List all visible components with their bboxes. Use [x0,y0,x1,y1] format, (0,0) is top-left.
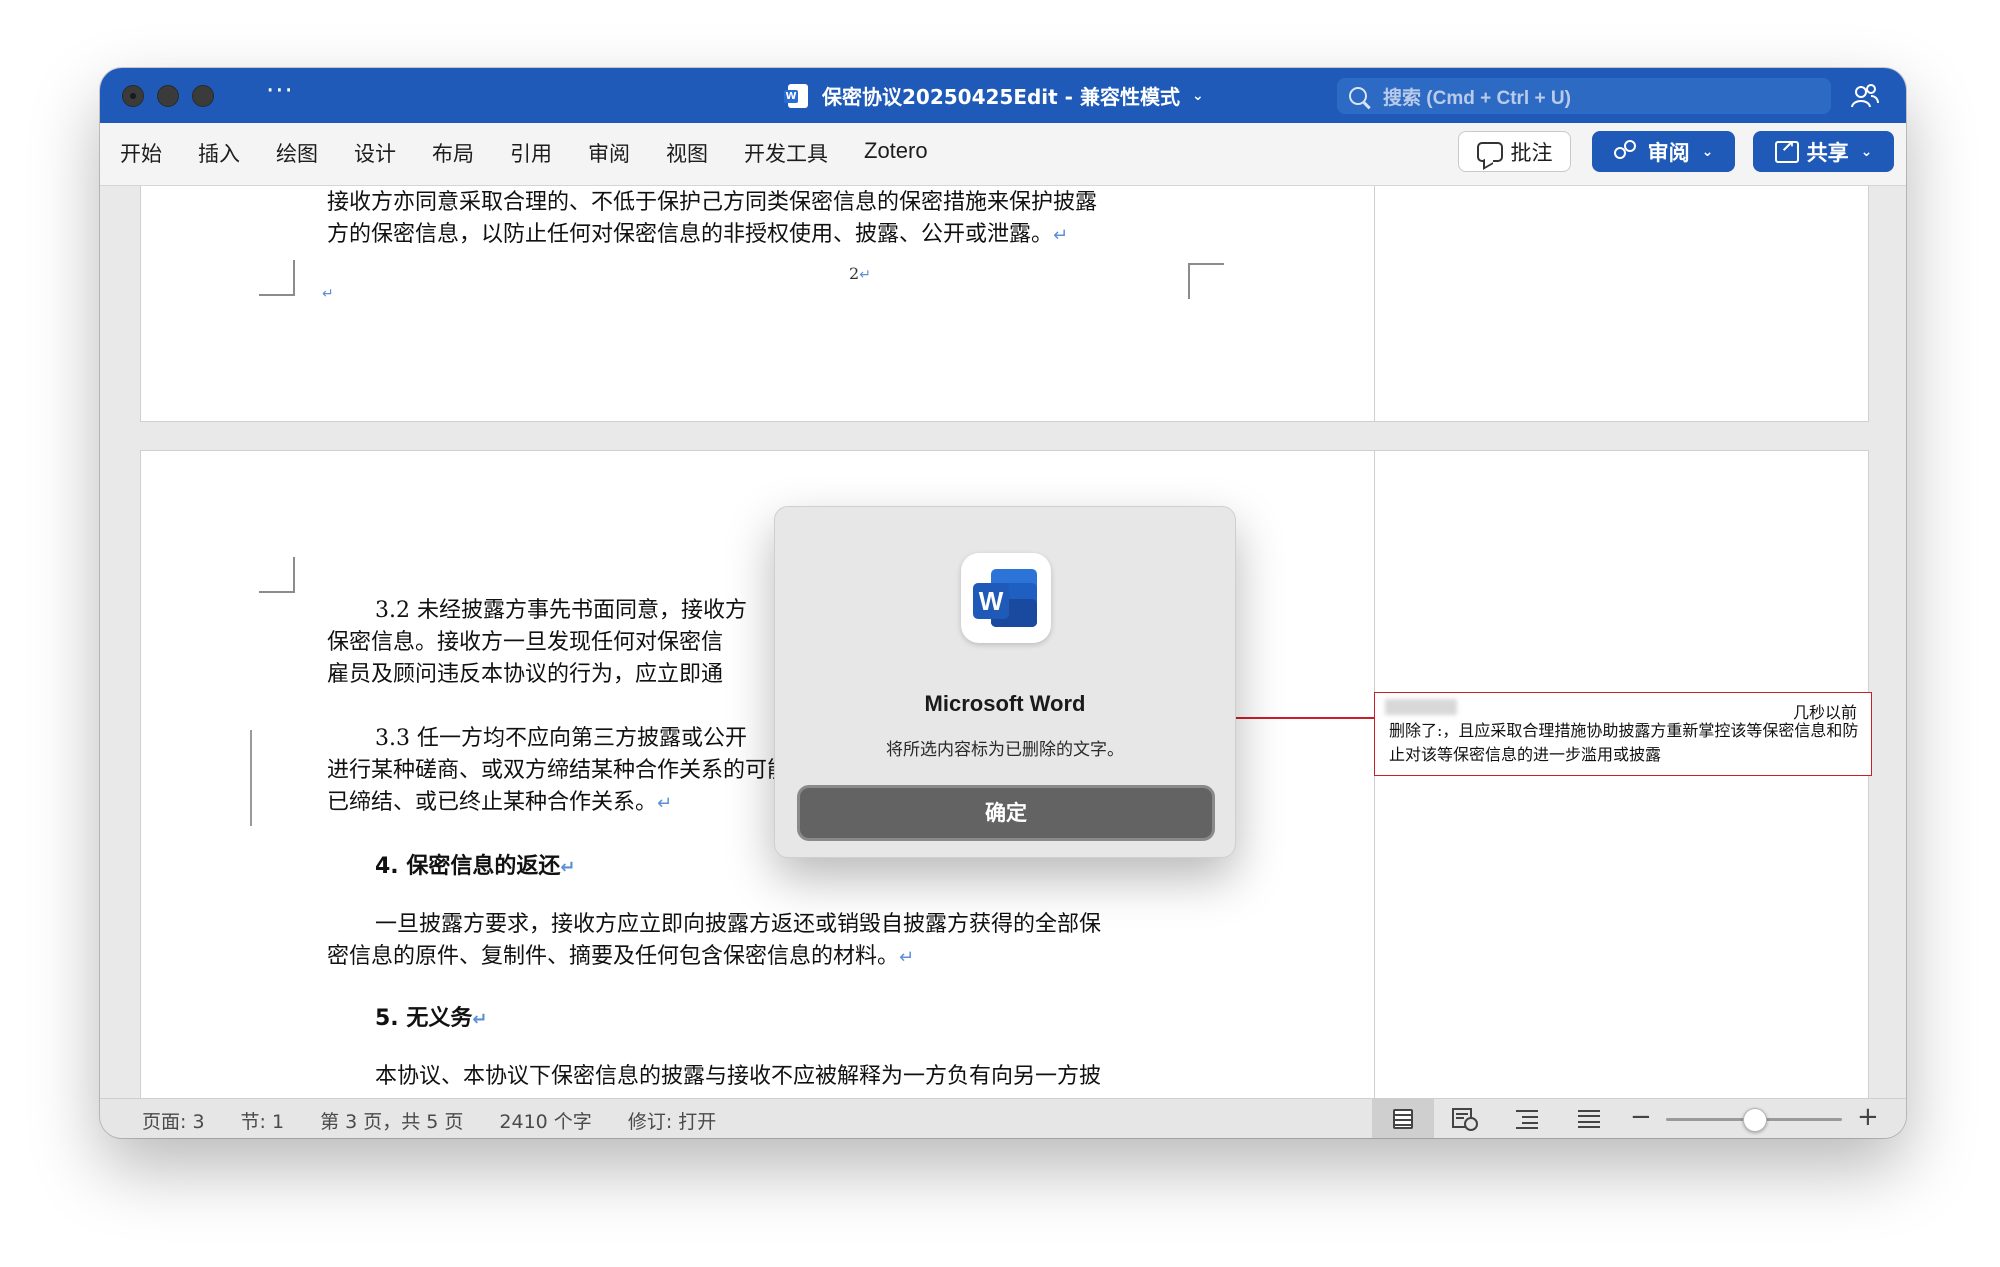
zoom-window-button[interactable] [192,85,214,107]
document-canvas[interactable]: 接收方亦同意采取合理的、不低于保护己方同类保密信息的保密措施来保护披露 方的保密… [100,186,1906,1108]
tab-view[interactable]: 视图 [666,138,708,168]
author-name-redacted [1385,699,1457,715]
paragraph-mark: ↵ [322,286,334,302]
paragraph-mark: ↵ [657,793,673,814]
tab-draw[interactable]: 绘图 [276,138,318,168]
title-bar: ··· 保密协议20250425Edit - 兼容性模式 ⌄ 搜索 (Cmd +… [100,68,1906,123]
dialog-title: Microsoft Word [924,691,1086,716]
page-number: 2↵ [849,264,871,283]
markup-pane-divider [1374,451,1375,1108]
zoom-slider-handle[interactable] [1743,1108,1767,1132]
comments-button-label: 批注 [1510,140,1553,165]
close-window-button[interactable] [122,85,144,107]
search-input[interactable]: 搜索 (Cmd + Ctrl + U) [1337,78,1831,114]
word-doc-icon [784,83,808,108]
text-line: 密信息的原件、复制件、摘要及任何包含保密信息的材料。 [327,944,900,969]
dialog-message: 将所选内容标为已删除的文字。 [886,740,1124,760]
print-layout-icon [1393,1109,1413,1129]
share-button-label: 共享 [1806,140,1849,165]
search-placeholder: 搜索 (Cmd + Ctrl + U) [1383,87,1571,109]
document-title[interactable]: 保密协议20250425Edit - 兼容性模式 ⌄ [784,81,1204,110]
people-icon [1613,139,1640,164]
revision-text: 删除了:，且应采取合理措施协助披露方重新掌控该等保密信息和防止对该等保密信息的进… [1389,721,1859,764]
markup-pane-divider [1374,186,1375,421]
crop-mark [259,260,295,296]
review-button-label: 审阅 [1647,140,1690,165]
web-layout-icon [1452,1108,1478,1131]
comments-button[interactable]: 批注 [1458,131,1571,172]
text-line: 本协议、本协议下保密信息的披露与接收不应被解释为一方负有向另一方披 [375,1064,1102,1089]
status-word-count[interactable]: 2410 个字 [499,1107,591,1134]
text-line: 方的保密信息，以防止任何对保密信息的非授权使用、披露、公开或泄露。 [327,222,1054,247]
comment-icon [1476,141,1503,162]
tab-developer[interactable]: 开发工具 [744,138,828,168]
share-button[interactable]: 共享 ⌄ [1753,131,1894,172]
document-page[interactable]: 接收方亦同意采取合理的、不低于保护己方同类保密信息的保密措施来保护披露 方的保密… [140,186,1869,422]
document-title-text: 保密协议20250425Edit - 兼容性模式 [822,85,1180,109]
outline-icon [1516,1110,1538,1129]
draft-icon [1578,1110,1600,1128]
revision-leader-line [1231,717,1374,719]
zoom-out-button[interactable]: − [1630,1102,1652,1132]
share-icon [1774,137,1799,163]
chevron-down-icon: ⌄ [1701,143,1714,160]
status-items: 页面: 3 节: 1 第 3 页，共 5 页 2410 个字 修订: 打开 [142,1107,752,1134]
paragraph-4[interactable]: 一旦披露方要求，接收方应立即向披露方返还或销毁自披露方获得的全部保 密信息的原件… [327,909,1197,974]
minimize-window-button[interactable] [157,85,179,107]
word-window: ··· 保密协议20250425Edit - 兼容性模式 ⌄ 搜索 (Cmd +… [100,68,1906,1138]
ribbon-tabs: 开始 插入 绘图 设计 布局 引用 审阅 视图 开发工具 Zotero [120,138,964,168]
heading-section-4[interactable]: 4. 保密信息的返还↵ [375,851,575,884]
paragraph-mark: ↵ [1053,225,1069,246]
status-bar: 页面: 3 节: 1 第 3 页，共 5 页 2410 个字 修订: 打开 − … [100,1098,1906,1138]
crop-mark [1188,263,1224,299]
more-options-icon[interactable]: ··· [266,76,294,106]
tab-insert[interactable]: 插入 [198,138,240,168]
status-page-of[interactable]: 第 3 页，共 5 页 [320,1107,463,1134]
outline-view-button[interactable] [1496,1099,1558,1138]
paragraph-mark: ↵ [899,947,915,968]
tab-design[interactable]: 设计 [354,138,396,168]
change-bar [250,730,252,826]
web-layout-view-button[interactable] [1434,1099,1496,1138]
revision-balloon[interactable]: 几秒以前 删除了:，且应采取合理措施协助披露方重新掌控该等保密信息和防止对该等保… [1374,692,1872,776]
print-layout-view-button[interactable] [1372,1099,1434,1138]
status-section[interactable]: 节: 1 [241,1107,285,1134]
draft-view-button[interactable] [1558,1099,1620,1138]
account-icon[interactable] [1850,82,1880,110]
paragraph[interactable]: 接收方亦同意采取合理的、不低于保护己方同类保密信息的保密措施来保护披露 方的保密… [327,187,1097,252]
text-line: 接收方亦同意采取合理的、不低于保护己方同类保密信息的保密措施来保护披露 [327,190,1098,215]
alert-dialog: W Microsoft Word 将所选内容标为已删除的文字。 确定 [774,506,1236,858]
ribbon: 开始 插入 绘图 设计 布局 引用 审阅 视图 开发工具 Zotero 批注 审… [100,123,1906,186]
heading-section-5[interactable]: 5. 无义务↵ [375,1003,487,1036]
status-page[interactable]: 页面: 3 [142,1107,205,1134]
zoom-in-button[interactable]: + [1857,1102,1879,1132]
chevron-down-icon: ⌄ [1860,143,1873,160]
text-line: 已缔结、或已终止某种合作关系。 [327,790,658,815]
chevron-down-icon: ⌄ [1191,87,1204,104]
status-track-changes[interactable]: 修订: 打开 [628,1107,716,1134]
tab-home[interactable]: 开始 [120,138,162,168]
search-icon [1349,87,1367,105]
paragraph-5[interactable]: 本协议、本协议下保密信息的披露与接收不应被解释为一方负有向另一方披 [327,1061,1197,1093]
tab-review[interactable]: 审阅 [588,138,630,168]
word-app-icon: W [961,553,1051,643]
ok-button[interactable]: 确定 [797,785,1215,841]
crop-mark [259,557,295,593]
text-line: 一旦披露方要求，接收方应立即向披露方返还或销毁自披露方获得的全部保 [375,912,1102,937]
tab-zotero[interactable]: Zotero [864,138,928,168]
tab-references[interactable]: 引用 [510,138,552,168]
review-button[interactable]: 审阅 ⌄ [1592,131,1735,172]
tab-layout[interactable]: 布局 [432,138,474,168]
